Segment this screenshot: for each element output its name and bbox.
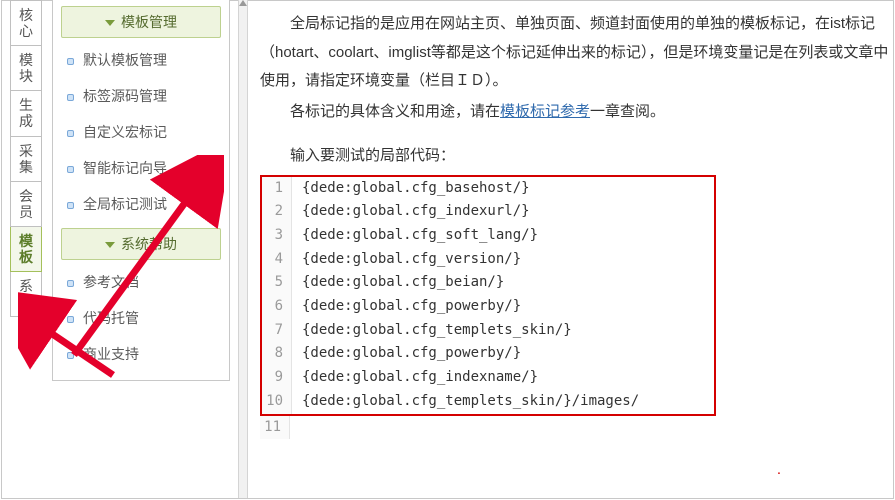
code-row: 7{dede:global.cfg_templets_skin/} [262,319,714,343]
code-text: {dede:global.cfg_templets_skin/}/images/ [292,390,639,414]
line-number: 2 [262,200,292,224]
intro-paragraph-1: 全局标记指的是应用在网站主页、单独页面、频道封面使用的单独的模板标记，在ist标… [260,10,891,96]
chevron-down-icon [105,20,115,26]
line-number: 6 [262,295,292,319]
code-row: 1{dede:global.cfg_basehost/} [262,177,714,201]
tab-2[interactable]: 生 成 [10,91,42,136]
group-header-1[interactable]: 系统帮助 [61,228,221,260]
code-text: {dede:global.cfg_powerby/} [292,295,521,319]
line-number: 4 [262,248,292,272]
sidebar-item-label: 自定义宏标记 [83,124,167,140]
splitter-grip-icon [239,0,247,6]
sidebar-item-0-3[interactable]: 智能标记向导 [53,150,229,186]
sidebar-item-label: 默认模板管理 [83,52,167,68]
tab-5[interactable]: 模 板 [10,227,42,272]
bullet-icon [67,58,74,65]
code-text [290,416,300,440]
sidebar: 模板管理默认模板管理标签源码管理自定义宏标记智能标记向导全局标记测试系统帮助参考… [52,0,230,381]
line-number: 5 [262,271,292,295]
tab-4[interactable]: 会 员 [10,182,42,227]
code-input-area[interactable]: 1{dede:global.cfg_basehost/}2{dede:globa… [260,175,716,416]
bullet-icon [67,280,74,287]
chevron-down-icon [105,242,115,248]
line-number: 7 [262,319,292,343]
code-text: {dede:global.cfg_version/} [292,248,521,272]
sidebar-item-label: 标签源码管理 [83,88,167,104]
code-text: {dede:global.cfg_beian/} [292,271,504,295]
sidebar-item-label: 代码托管 [83,310,139,326]
code-row: 10{dede:global.cfg_templets_skin/}/image… [262,390,714,414]
sidebar-item-0-0[interactable]: 默认模板管理 [53,42,229,78]
code-extra-row: 11 [260,416,891,440]
code-text: {dede:global.cfg_basehost/} [292,177,530,201]
bullet-icon [67,316,74,323]
sidebar-item-label: 商业支持 [83,346,139,362]
bullet-icon [67,166,74,173]
group-title: 系统帮助 [121,236,177,252]
code-row: 6{dede:global.cfg_powerby/} [262,295,714,319]
intro-paragraph-2: 各标记的具体含义和用途，请在模板标记参考一章查阅。 [260,98,891,127]
line-number: 1 [262,177,292,201]
text-caret: . [777,456,781,485]
sidebar-item-label: 智能标记向导 [83,160,167,176]
sidebar-item-label: 全局标记测试 [83,196,167,212]
bullet-icon [67,352,74,359]
code-row: 9{dede:global.cfg_indexname/} [262,366,714,390]
code-text: {dede:global.cfg_indexname/} [292,366,538,390]
code-row: 3{dede:global.cfg_soft_lang/} [262,224,714,248]
code-row: 2{dede:global.cfg_indexurl/} [262,200,714,224]
code-text: {dede:global.cfg_soft_lang/} [292,224,538,248]
para2-prefix: 各标记的具体含义和用途，请在 [290,103,500,120]
splitter[interactable] [238,0,248,498]
line-number: 9 [262,366,292,390]
group-title: 模板管理 [121,14,177,30]
main-content: 全局标记指的是应用在网站主页、单独页面、频道封面使用的单独的模板标记，在ist标… [260,10,891,496]
sidebar-item-0-1[interactable]: 标签源码管理 [53,78,229,114]
code-text: {dede:global.cfg_templets_skin/} [292,319,572,343]
bullet-icon [67,202,74,209]
group-header-0[interactable]: 模板管理 [61,6,221,38]
bullet-icon [67,130,74,137]
sidebar-item-0-2[interactable]: 自定义宏标记 [53,114,229,150]
template-reference-link[interactable]: 模板标记参考 [500,103,590,120]
code-row: 8{dede:global.cfg_powerby/} [262,342,714,366]
sidebar-item-1-0[interactable]: 参考文档 [53,264,229,300]
code-text: {dede:global.cfg_powerby/} [292,342,521,366]
tab-6[interactable]: 系 统 [10,272,42,317]
sidebar-item-1-2[interactable]: 商业支持 [53,336,229,372]
tab-1[interactable]: 模 块 [10,46,42,91]
code-input-label: 输入要测试的局部代码： [260,142,891,171]
sidebar-item-1-1[interactable]: 代码托管 [53,300,229,336]
left-tab-strip: 核 心模 块生 成采 集会 员模 板系 统 [10,0,42,317]
bullet-icon [67,94,74,101]
sidebar-item-label: 参考文档 [83,274,139,290]
tab-0[interactable]: 核 心 [10,0,42,46]
line-number: 8 [262,342,292,366]
code-text: {dede:global.cfg_indexurl/} [292,200,530,224]
line-number: 3 [262,224,292,248]
code-row: 4{dede:global.cfg_version/} [262,248,714,272]
tab-3[interactable]: 采 集 [10,137,42,182]
line-number: 10 [262,390,292,414]
sidebar-item-0-4[interactable]: 全局标记测试 [53,186,229,222]
para2-suffix: 一章查阅。 [590,103,665,120]
code-row: 5{dede:global.cfg_beian/} [262,271,714,295]
line-number: 11 [260,416,290,440]
